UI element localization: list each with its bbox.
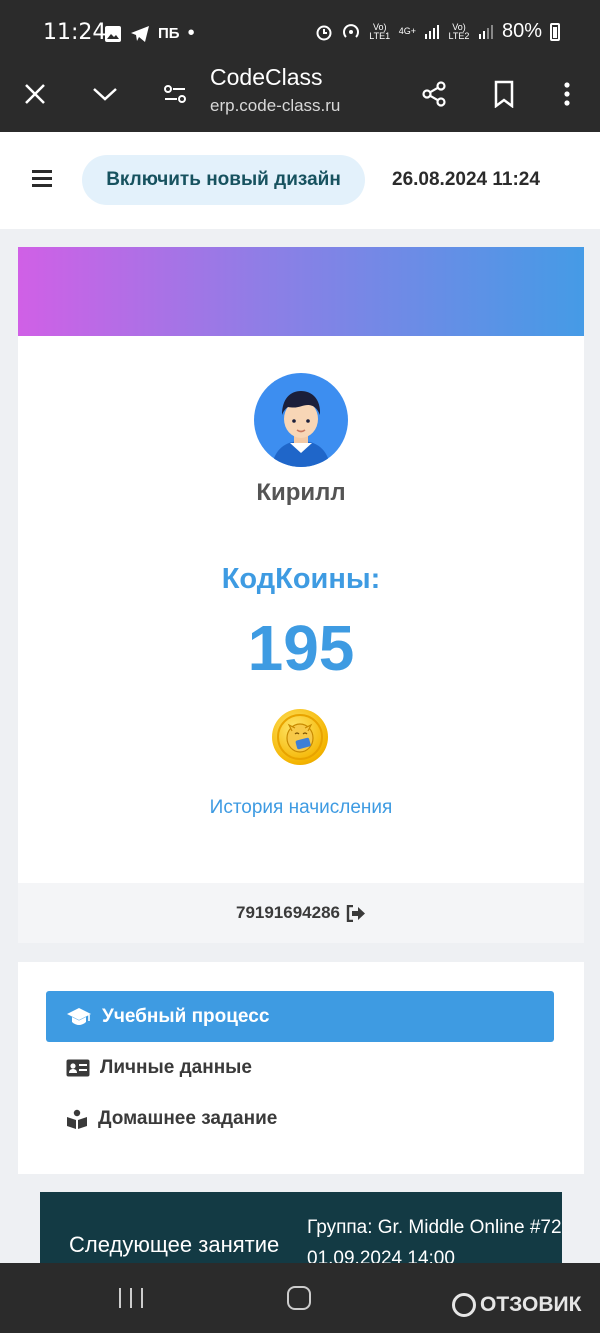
menu-item-label: Личные данные <box>100 1056 252 1078</box>
system-nav-bar: ОТЗОВИК <box>0 1263 600 1333</box>
user-name: Кирилл <box>256 479 346 506</box>
coins-value: 195 <box>247 612 355 684</box>
status-time: 11:24 <box>43 20 107 45</box>
watermark: ОТЗОВИК <box>452 1293 581 1317</box>
menu-card: Учебный процесс Личные данные Домашнее з… <box>18 962 584 1174</box>
volte1-label: Vo) LTE1 <box>369 21 391 41</box>
system-icons: Vo) LTE1 4G+ Vo) LTE2 80% <box>315 20 560 43</box>
battery-icon <box>550 22 560 41</box>
hamburger-menu-icon[interactable] <box>32 170 52 188</box>
next-lesson-card: Следующее занятие Группа: Gr. Middle Onl… <box>40 1192 562 1272</box>
close-icon[interactable] <box>15 74 55 114</box>
menu-item-label: Домашнее задание <box>98 1107 278 1129</box>
app-header: Включить новый дизайн 26.08.2024 11:24 <box>0 132 600 229</box>
share-icon[interactable] <box>414 74 454 114</box>
site-settings-icon[interactable] <box>155 74 195 114</box>
dot-icon: • <box>187 22 195 44</box>
logout-icon[interactable] <box>346 904 366 922</box>
watermark-logo-icon <box>452 1293 476 1317</box>
more-vert-icon[interactable] <box>547 74 587 114</box>
book-reader-icon <box>67 1109 87 1129</box>
network-label: 4G+ <box>398 26 416 36</box>
signal2-icon <box>478 24 493 39</box>
signal1-icon <box>424 24 439 39</box>
phone-number: 79191694286 <box>235 903 340 922</box>
notif-label: ПБ <box>158 25 180 42</box>
coins-label: КодКоины: <box>221 563 381 595</box>
telegram-icon <box>131 25 149 42</box>
profile-card: Кирилл КодКоины: 195 История начисления … <box>18 247 584 943</box>
menu-item-personal-data[interactable]: Личные данные <box>46 1042 554 1093</box>
id-card-icon <box>66 1059 90 1076</box>
menu-item-label: Учебный процесс <box>102 1005 270 1027</box>
home-icon[interactable] <box>287 1286 311 1310</box>
profile-footer: 79191694286 <box>18 883 584 943</box>
menu-item-homework[interactable]: Домашнее задание <box>46 1093 554 1144</box>
menu-item-learning-process[interactable]: Учебный процесс <box>46 991 554 1042</box>
battery-percent: 80% <box>501 20 542 42</box>
coin-icon <box>272 709 328 765</box>
volte2-label: Vo) LTE2 <box>448 21 470 41</box>
hotspot-icon <box>342 23 359 38</box>
alarm-icon <box>316 25 332 40</box>
watermark-text: ОТЗОВИК <box>480 1293 582 1316</box>
bookmark-icon[interactable] <box>484 74 524 114</box>
enable-new-design-button[interactable]: Включить новый дизайн <box>82 155 365 205</box>
gallery-icon <box>105 25 121 42</box>
header-datetime: 26.08.2024 11:24 <box>392 169 540 190</box>
notification-icons: ПБ • <box>104 22 195 45</box>
profile-banner <box>18 247 584 336</box>
status-bar: 11:24 ПБ • Vo) LTE1 4G+ Vo) LTE2 80% <box>0 0 600 62</box>
browser-toolbar: CodeClass erp.code-class.ru <box>0 62 600 132</box>
next-lesson-label: Следующее занятие <box>69 1232 280 1257</box>
avatar <box>254 373 348 467</box>
graduation-cap-icon <box>67 1007 91 1025</box>
browser-page-title: CodeClass <box>210 64 323 90</box>
next-lesson-group: Группа: Gr. Middle Online #72 <box>307 1217 562 1238</box>
chevron-down-icon[interactable] <box>85 74 125 114</box>
history-link[interactable]: История начисления <box>18 797 584 819</box>
recent-apps-icon[interactable] <box>119 1288 143 1308</box>
browser-url[interactable]: erp.code-class.ru <box>210 96 340 116</box>
